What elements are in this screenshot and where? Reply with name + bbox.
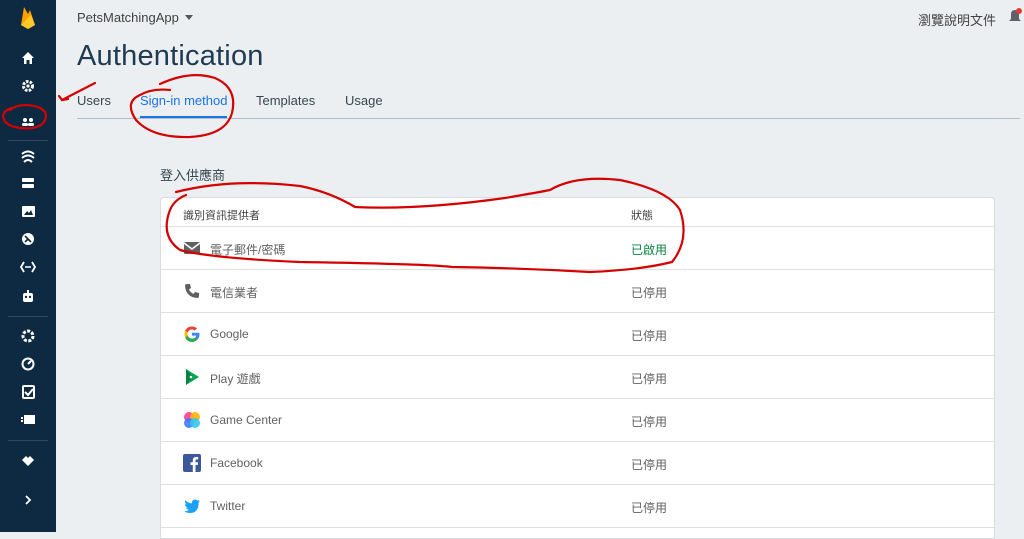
table-row[interactable]: 電子郵件/密碼 已啟用 <box>161 227 994 270</box>
authentication-icon[interactable] <box>0 108 56 136</box>
functions-icon[interactable] <box>0 225 56 253</box>
firebase-logo-icon[interactable] <box>0 3 56 31</box>
home-icon[interactable] <box>0 44 56 72</box>
docs-link[interactable]: 瀏覽說明文件 <box>918 10 996 29</box>
chevron-down-icon <box>184 15 193 20</box>
play-games-icon <box>183 368 201 386</box>
column-header-status: 狀態 <box>631 210 653 222</box>
tab-sign-in-method[interactable]: Sign-in method <box>140 93 228 118</box>
hosting-icon[interactable] <box>0 197 56 225</box>
status-badge: 已停用 <box>631 372 668 386</box>
app-distribution-icon[interactable] <box>0 406 56 434</box>
google-icon <box>183 325 201 343</box>
twitter-icon <box>183 497 201 515</box>
table-row[interactable]: Google 已停用 <box>161 313 994 356</box>
provider-name: Google <box>210 327 249 341</box>
status-badge: 已停用 <box>631 329 668 343</box>
provider-name: 電信業者 <box>210 286 259 300</box>
game-center-icon <box>183 411 201 429</box>
sidebar <box>0 0 56 532</box>
table-row[interactable]: Twitter 已停用 <box>161 485 994 528</box>
extensions-icon[interactable] <box>0 447 56 475</box>
project-name: PetsMatchingApp <box>77 10 179 25</box>
status-badge: 已停用 <box>631 501 668 515</box>
table-row[interactable]: 電信業者 已停用 <box>161 270 994 313</box>
section-title: 登入供應商 <box>160 168 226 183</box>
project-selector[interactable]: PetsMatchingApp <box>77 10 193 25</box>
table-header: 識別資訊提供者 狀態 <box>161 198 994 227</box>
gear-icon[interactable] <box>0 72 56 100</box>
tab-users[interactable]: Users <box>77 93 111 118</box>
status-badge: 已停用 <box>631 286 668 300</box>
database-icon[interactable] <box>0 142 56 170</box>
provider-name: 電子郵件/密碼 <box>210 243 286 257</box>
notification-bell-icon[interactable] <box>1008 8 1022 29</box>
storage-icon[interactable] <box>0 169 56 197</box>
tab-usage[interactable]: Usage <box>345 93 383 118</box>
phone-icon <box>183 282 201 300</box>
table-row[interactable]: Play 遊戲 已停用 <box>161 356 994 399</box>
tab-bar: Users Sign-in method Templates Usage <box>77 84 1020 119</box>
facebook-icon <box>183 454 201 472</box>
providers-table: 識別資訊提供者 狀態 電子郵件/密碼 已啟用 電信業者 已停用 Google 已… <box>160 197 995 539</box>
test-lab-icon[interactable] <box>0 378 56 406</box>
page-title: Authentication <box>77 40 264 72</box>
robot-icon[interactable] <box>0 282 56 310</box>
status-badge: 已停用 <box>631 458 668 472</box>
expand-icon[interactable] <box>0 486 56 514</box>
performance-icon[interactable] <box>0 350 56 378</box>
provider-name: Play 遊戲 <box>210 372 261 386</box>
status-badge: 已停用 <box>631 415 668 429</box>
table-row[interactable]: Facebook 已停用 <box>161 442 994 485</box>
provider-name: Facebook <box>210 456 263 470</box>
tab-templates[interactable]: Templates <box>256 93 315 118</box>
email-icon <box>183 239 201 257</box>
provider-name: Twitter <box>210 499 246 513</box>
provider-name: Game Center <box>210 413 283 427</box>
column-header-provider: 識別資訊提供者 <box>183 210 260 222</box>
table-row[interactable]: Game Center 已停用 <box>161 399 994 442</box>
status-badge: 已啟用 <box>631 243 668 257</box>
crashlytics-icon[interactable] <box>0 322 56 350</box>
ml-kit-icon[interactable] <box>0 253 56 281</box>
